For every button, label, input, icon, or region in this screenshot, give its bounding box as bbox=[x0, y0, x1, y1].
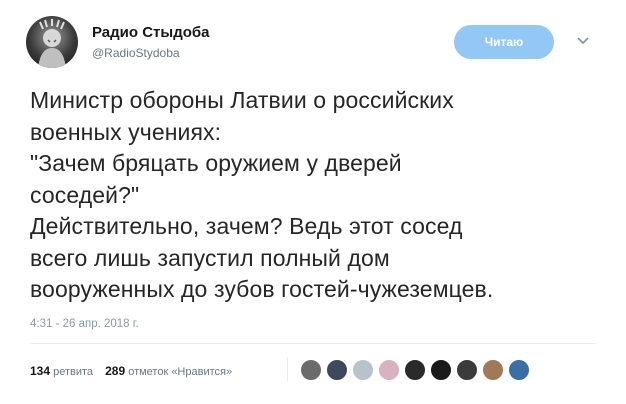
liker-avatar[interactable] bbox=[326, 359, 348, 381]
stats-separator bbox=[287, 358, 288, 382]
follow-button[interactable]: Читаю bbox=[454, 25, 554, 59]
tweet-stats: 134 ретвита 289 отметок «Нравится» bbox=[30, 364, 232, 378]
retweets-count[interactable]: 134 bbox=[30, 364, 50, 378]
liker-avatar[interactable] bbox=[404, 359, 426, 381]
liker-avatar[interactable] bbox=[378, 359, 400, 381]
likes-label[interactable]: отметок «Нравится» bbox=[128, 366, 232, 378]
tweet-timestamp[interactable]: 4:31 - 26 апр. 2018 г. bbox=[30, 318, 139, 330]
liker-avatar[interactable] bbox=[456, 359, 478, 381]
tweet-text: Министр обороны Латвии о российских воен… bbox=[30, 87, 494, 302]
likes-count[interactable]: 289 bbox=[105, 364, 125, 378]
author-name[interactable]: Радио Стыдоба bbox=[92, 24, 210, 41]
liker-avatar[interactable] bbox=[482, 359, 504, 381]
chevron-down-icon[interactable] bbox=[576, 36, 590, 46]
liker-avatar[interactable] bbox=[430, 359, 452, 381]
statue-avatar-image bbox=[38, 19, 66, 68]
liker-avatar[interactable] bbox=[508, 359, 530, 381]
author-handle[interactable]: @RadioStydoba bbox=[92, 46, 180, 60]
retweets-label[interactable]: ретвита bbox=[53, 366, 93, 378]
divider bbox=[30, 343, 596, 344]
author-avatar[interactable] bbox=[26, 16, 78, 68]
liker-avatar[interactable] bbox=[352, 359, 374, 381]
liker-avatar[interactable] bbox=[300, 359, 322, 381]
